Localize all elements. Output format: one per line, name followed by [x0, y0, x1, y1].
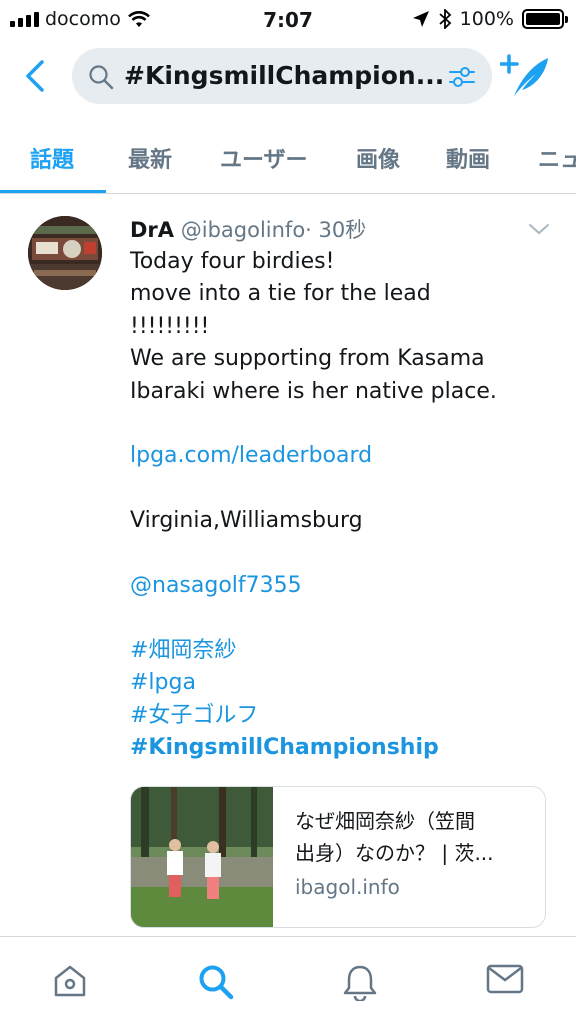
tweet-line: Ibaraki where is her native place. — [130, 378, 497, 404]
status-bar: docomo 7:07 100% — [0, 0, 576, 40]
avatar[interactable] — [28, 216, 102, 290]
tab-videos[interactable]: 動画 — [446, 142, 490, 174]
chevron-left-icon[interactable] — [18, 56, 54, 96]
tweet-hashtag[interactable]: #畑岡奈紗 — [130, 635, 550, 667]
search-query[interactable]: #KingsmillChampion... — [124, 61, 454, 90]
tweet-author-handle[interactable]: @ibagolinfo — [181, 218, 305, 242]
home-icon[interactable] — [52, 963, 88, 999]
search-header: #KingsmillChampion... — [0, 44, 576, 108]
mail-icon[interactable] — [486, 963, 524, 995]
bluetooth-icon — [439, 9, 451, 29]
meta-separator: · — [305, 218, 312, 242]
card-thumbnail — [131, 787, 273, 927]
tab-top[interactable]: 話題 — [30, 142, 74, 174]
tweet[interactable]: DrA @ibagolinfo· 30秒 Today four birdies!… — [0, 196, 576, 936]
link-preview-card[interactable]: なぜ畑岡奈紗（笠間 出身）なのか？ | 茨... ibagol.info — [130, 786, 546, 928]
tab-news[interactable]: ニュ — [538, 142, 576, 174]
tweet-line: Virginia,Williamsburg — [130, 508, 363, 534]
filter-sliders-icon[interactable] — [448, 64, 476, 90]
compose-tweet-icon[interactable] — [500, 52, 552, 100]
tweet-timestamp: 30秒 — [318, 218, 367, 242]
tab-latest[interactable]: 最新 — [128, 142, 172, 174]
card-domain: ibagol.info — [295, 875, 400, 899]
tweet-header: DrA @ibagolinfo· 30秒 — [130, 214, 366, 244]
chevron-down-icon[interactable] — [528, 222, 550, 236]
line-spacer — [130, 602, 550, 634]
bell-icon[interactable] — [342, 963, 378, 1001]
battery-icon — [522, 9, 568, 29]
tweet-line: Today four birdies! — [130, 249, 335, 274]
tweet-line: move into a tie for the lead — [130, 281, 431, 307]
line-spacer — [130, 538, 550, 570]
search-tabs: 話題 最新 ユーザー 画像 動画 ニュ — [0, 128, 576, 194]
tweet-author-name[interactable]: DrA — [130, 218, 174, 242]
tweet-hashtag[interactable]: #女子ゴルフ — [130, 700, 550, 732]
tab-users[interactable]: ユーザー — [220, 142, 308, 174]
search-icon — [89, 65, 114, 90]
search-input[interactable]: #KingsmillChampion... — [72, 48, 492, 104]
active-tab-indicator — [0, 190, 106, 193]
card-title-line: なぜ畑岡奈紗（笠間 — [295, 809, 475, 833]
bottom-nav — [0, 936, 576, 1024]
battery-percent: 100% — [459, 8, 514, 30]
location-arrow-icon — [412, 11, 429, 27]
tweet-line: We are supporting from Kasama — [130, 346, 485, 372]
search-icon[interactable] — [197, 963, 235, 1001]
tweet-link[interactable]: lpga.com/leaderboard — [130, 440, 550, 472]
tab-photos[interactable]: 画像 — [356, 142, 400, 174]
tweet-mention[interactable]: @nasagolf7355 — [130, 570, 550, 602]
line-spacer — [130, 408, 550, 440]
tweet-hashtag-highlighted[interactable]: #KingsmillChampionship — [130, 732, 550, 764]
tweet-text: Today four birdies! move into a tie for … — [130, 246, 550, 764]
tweet-line: !!!!!!!!! — [130, 313, 210, 339]
tweet-hashtag[interactable]: #lpga — [130, 667, 550, 699]
card-title-line: 出身）なのか？ | 茨... — [295, 841, 494, 865]
card-title: なぜ畑岡奈紗（笠間 出身）なのか？ | 茨... — [295, 805, 535, 869]
line-spacer — [130, 473, 550, 505]
avatar-image — [28, 216, 102, 290]
